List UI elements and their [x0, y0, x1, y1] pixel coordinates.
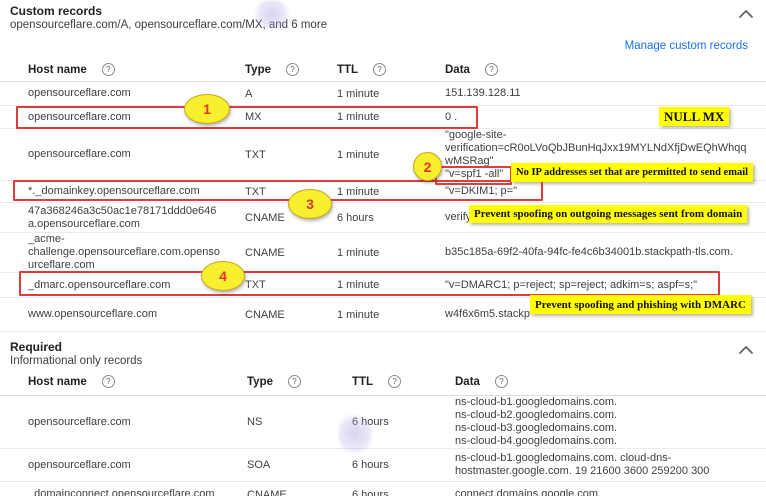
cell-host: www.opensourceflare.com [28, 308, 245, 321]
cell-ttl: 6 hours [337, 212, 445, 224]
column-host-name: Host name [28, 64, 87, 76]
cell-ttl: 1 minute [337, 186, 445, 198]
table-row-www-cname: www.opensourceflare.com CNAME 1 minute w… [0, 298, 766, 332]
cell-type: TXT [245, 279, 337, 291]
help-icon[interactable]: ? [388, 375, 401, 388]
help-icon[interactable]: ? [288, 375, 301, 388]
dns-records-page: Custom records opensourceflare.com/A, op… [0, 0, 766, 496]
column-type: Type [245, 64, 271, 76]
help-icon[interactable]: ? [286, 63, 299, 76]
cell-data: "v=DMARC1; p=reject; sp=reject; adkim=s;… [445, 279, 766, 292]
cell-host: _dmarc.opensourceflare.com [28, 279, 245, 292]
cell-type: CNAME [247, 489, 352, 496]
cell-data: 0 . [445, 111, 766, 124]
table-row-ns-record: opensourceflare.com NS 6 hours ns-cloud-… [0, 396, 766, 449]
cell-data: ns-cloud-b1.googledomains.com. ns-cloud-… [455, 396, 766, 448]
cell-ttl: 1 minute [337, 88, 445, 100]
cell-ttl: 1 minute [337, 111, 445, 123]
cell-host: opensourceflare.com [28, 148, 245, 161]
cell-data: 151.139.128.11 [445, 87, 766, 100]
table-row-domainconnect-cname: _domainconnect.opensourceflare.com CNAME… [0, 482, 766, 496]
column-data: Data [455, 376, 480, 388]
help-icon[interactable]: ? [102, 375, 115, 388]
table-row-dkim-record: *._domainkey.opensourceflare.com TXT 1 m… [0, 181, 766, 203]
required-table-header: Host name? Type? TTL? Data? [0, 368, 766, 396]
cell-data: b35c185a-69f2-40fa-94fc-fe4c6b34001b.sta… [445, 246, 766, 259]
cell-type: MX [245, 111, 337, 123]
cell-ttl: 6 hours [352, 489, 455, 496]
column-type: Type [247, 376, 273, 388]
cell-ttl: 1 minute [337, 279, 445, 291]
required-subtitle: Informational only records [10, 354, 766, 368]
cell-type: NS [247, 416, 352, 428]
help-icon[interactable]: ? [373, 63, 386, 76]
cell-host: _domainconnect.opensourceflare.com [28, 488, 247, 496]
manage-custom-records-link[interactable]: Manage custom records [625, 40, 748, 52]
column-host-name: Host name [28, 376, 87, 388]
help-icon[interactable]: ? [102, 63, 115, 76]
cell-data: "v=DKIM1; p=" [445, 185, 766, 198]
custom-records-table: Host name? Type? TTL? Data? opensourcefl… [0, 58, 766, 332]
cell-data: w4f6x6m5.stackp [445, 308, 766, 321]
required-records-section: Required Informational only records Host… [0, 336, 766, 496]
cell-host: opensourceflare.com [28, 111, 245, 124]
column-ttl: TTL [352, 376, 373, 388]
required-title: Required [10, 340, 766, 354]
custom-records-subtitle: opensourceflare.com/A, opensourceflare.c… [10, 18, 766, 32]
cell-host: opensourceflare.com [28, 87, 245, 100]
cell-host: opensourceflare.com [28, 459, 247, 472]
cell-host: *._domainkey.opensourceflare.com [28, 185, 245, 198]
cell-data: connect.domains.google.com. [455, 488, 766, 496]
cell-type: SOA [247, 459, 352, 471]
cell-host: opensourceflare.com [28, 416, 247, 429]
table-row-soa-record: opensourceflare.com SOA 6 hours ns-cloud… [0, 449, 766, 482]
table-row-verify-cname: 47a368246a3c50ac1e78171ddd0e646 a.openso… [0, 203, 766, 233]
custom-records-title: Custom records [10, 4, 766, 18]
column-data: Data [445, 64, 470, 76]
help-icon[interactable]: ? [495, 375, 508, 388]
cell-ttl: 6 hours [352, 459, 455, 471]
table-row-acme-cname: _acme- challenge.opensourceflare.com.ope… [0, 233, 766, 273]
cell-type: CNAME [245, 309, 337, 321]
custom-records-section: Custom records opensourceflare.com/A, op… [0, 0, 766, 332]
collapse-chevron-up-icon[interactable] [738, 342, 754, 360]
cell-ttl: 1 minute [337, 247, 445, 259]
cell-ttl: 6 hours [352, 416, 455, 428]
collapse-chevron-up-icon[interactable] [738, 6, 754, 24]
cell-type: A [245, 88, 337, 100]
table-row-a-record: opensourceflare.com A 1 minute 151.139.1… [0, 82, 766, 106]
cell-host: _acme- challenge.opensourceflare.com.ope… [28, 233, 245, 272]
required-records-table: Host name? Type? TTL? Data? opensourcefl… [0, 368, 766, 496]
table-row-dmarc-record: _dmarc.opensourceflare.com TXT 1 minute … [0, 273, 766, 298]
help-icon[interactable]: ? [485, 63, 498, 76]
cell-type: TXT [245, 186, 337, 198]
custom-table-header: Host name? Type? TTL? Data? [0, 58, 766, 82]
column-ttl: TTL [337, 64, 358, 76]
cell-data: verify.b [445, 211, 766, 224]
table-row-mx-record: opensourceflare.com MX 1 minute 0 . [0, 106, 766, 129]
table-row-txt-spf-record: opensourceflare.com TXT 1 minute "google… [0, 129, 766, 181]
cell-type: CNAME [245, 212, 337, 224]
cell-host: 47a368246a3c50ac1e78171ddd0e646 a.openso… [28, 205, 245, 231]
cell-data: "google-site- verification=cR0oLVoQbJBun… [445, 129, 766, 181]
cell-ttl: 1 minute [337, 149, 445, 161]
cell-data: ns-cloud-b1.googledomains.com. cloud-dns… [455, 452, 766, 478]
cell-type: TXT [245, 149, 337, 161]
spf-value: "v=spf1 -all" [445, 168, 766, 181]
cell-type: CNAME [245, 247, 337, 259]
cell-ttl: 1 minute [337, 309, 445, 321]
